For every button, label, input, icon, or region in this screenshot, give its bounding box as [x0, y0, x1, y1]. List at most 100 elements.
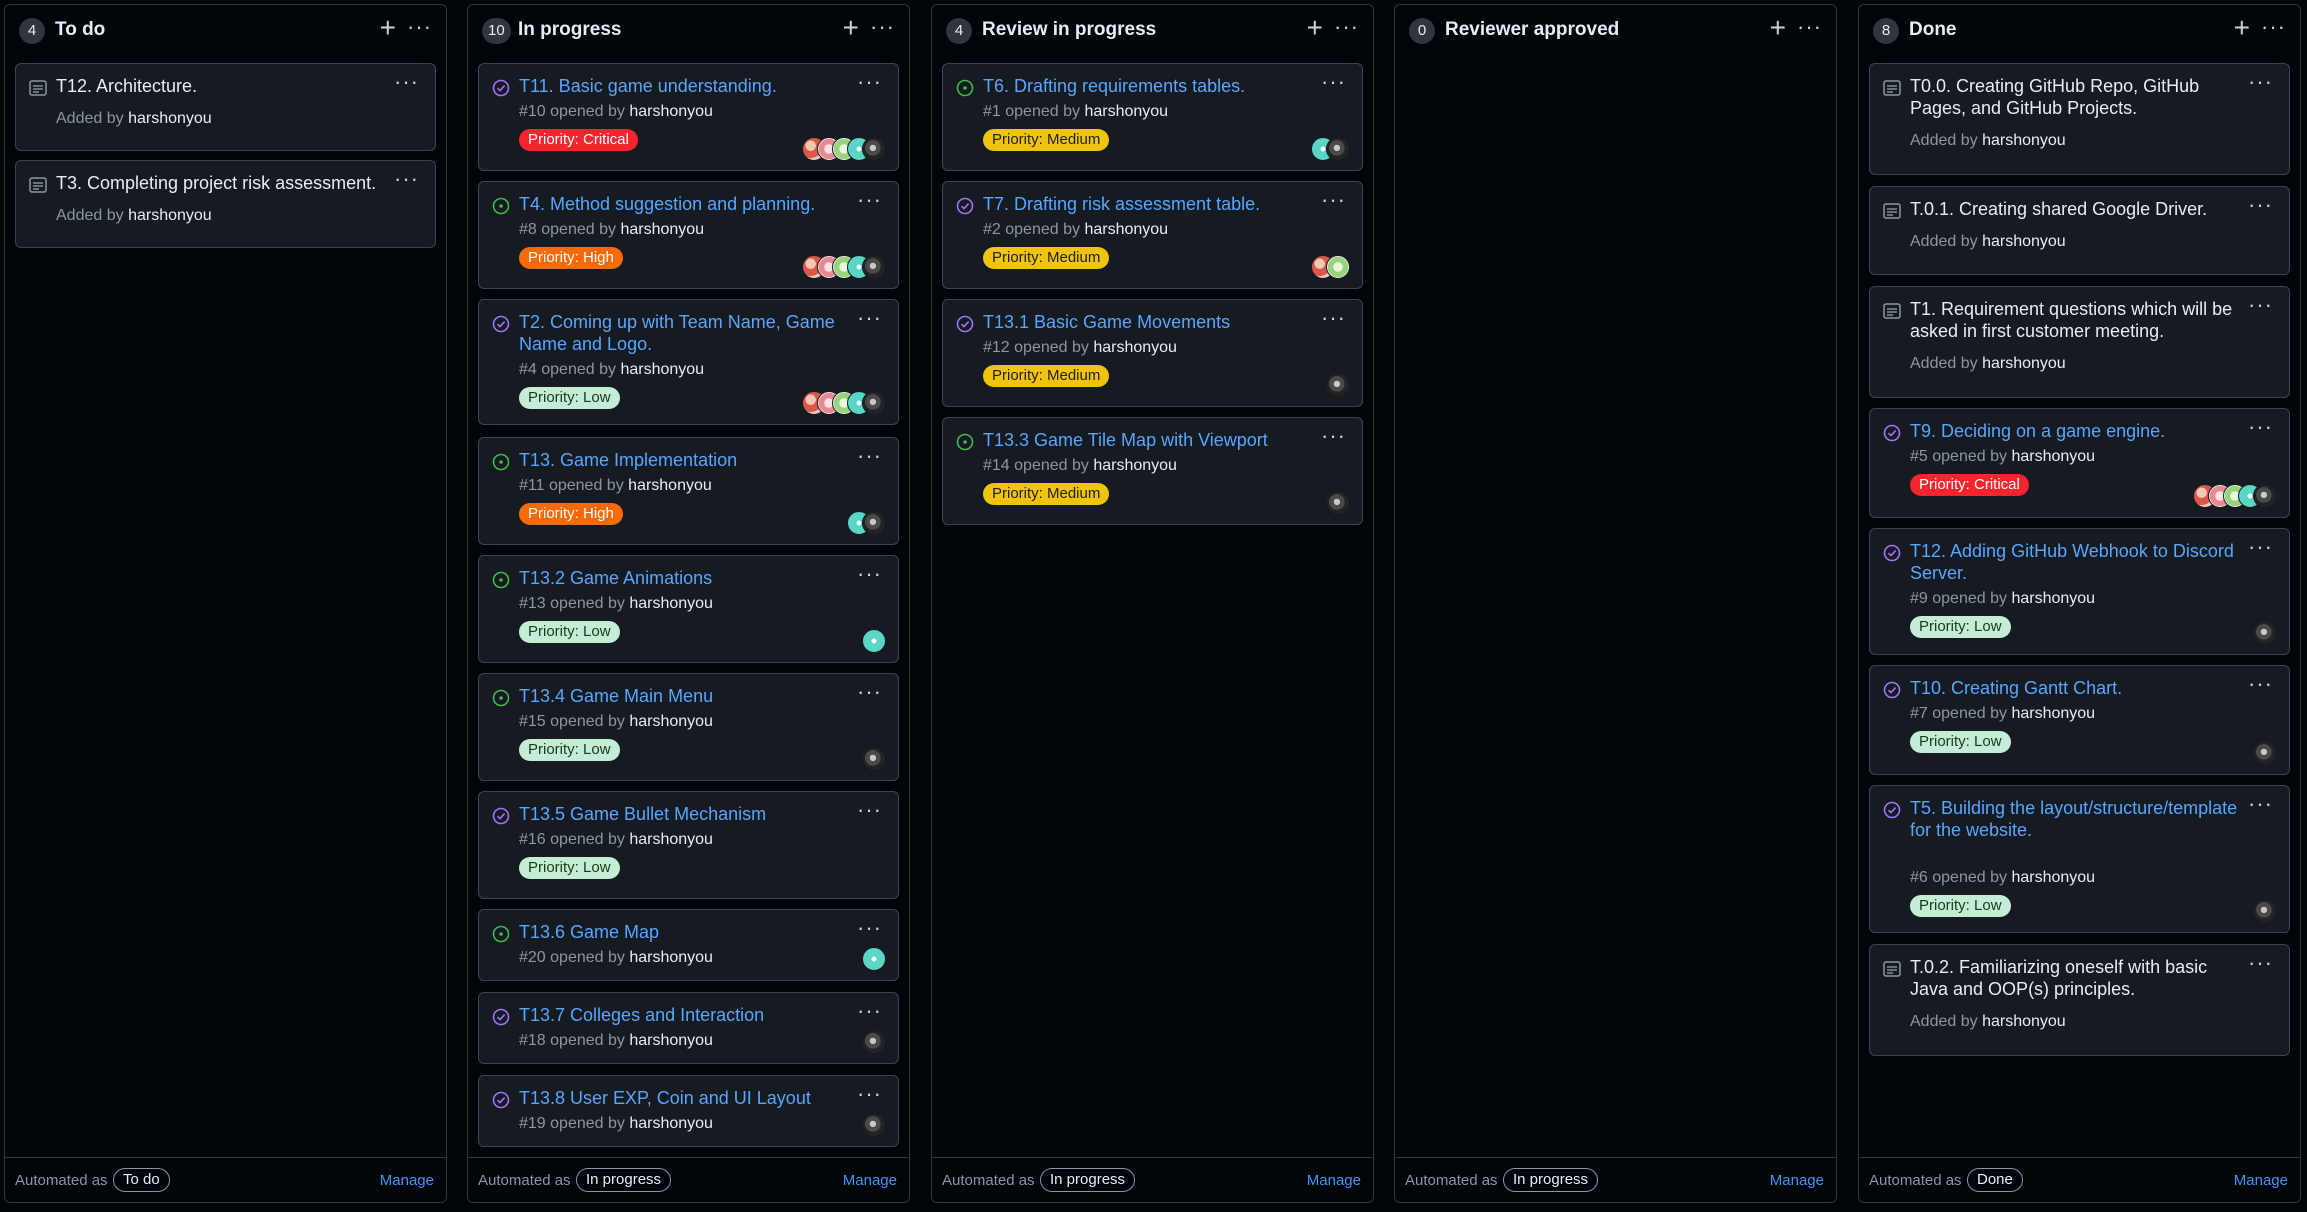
card-menu-kebab-icon[interactable]: ··· — [2248, 673, 2273, 695]
issue-card[interactable]: T4. Method suggestion and planning. #8 op… — [478, 181, 899, 289]
card-author[interactable]: harshonyou — [1982, 355, 2066, 372]
card-menu-kebab-icon[interactable]: ··· — [1321, 307, 1346, 329]
card-title[interactable]: T13.6 Game Map — [519, 921, 848, 943]
card-title[interactable]: T13.2 Game Animations — [519, 567, 848, 589]
card-author[interactable]: harshonyou — [629, 595, 713, 612]
issue-card[interactable]: T6. Drafting requirements tables. #1 open… — [942, 63, 1363, 171]
card-author[interactable]: harshonyou — [1093, 339, 1177, 356]
avatar[interactable] — [1326, 491, 1350, 515]
card-author[interactable]: harshonyou — [128, 207, 212, 224]
priority-label[interactable]: Priority: Low — [1910, 731, 2011, 753]
column-menu-kebab-icon[interactable]: ··· — [407, 16, 432, 38]
avatar[interactable] — [1326, 255, 1350, 279]
issue-card[interactable]: T13.8 User EXP, Coin and UI Layout #19 op… — [478, 1075, 899, 1147]
avatar[interactable] — [1326, 137, 1350, 161]
card-title[interactable]: T6. Drafting requirements tables. — [983, 75, 1312, 97]
add-card-plus-icon[interactable]: + — [1307, 13, 1323, 43]
priority-label[interactable]: Priority: Medium — [983, 247, 1110, 269]
issue-card[interactable]: T13.4 Game Main Menu #15 opened by harsho… — [478, 673, 899, 781]
priority-label[interactable]: Priority: Low — [519, 857, 620, 879]
card-author[interactable]: harshonyou — [2011, 869, 2095, 886]
manage-automation-link[interactable]: Manage — [1770, 1172, 1824, 1189]
issue-card[interactable]: T13.5 Game Bullet Mechanism #16 opened by… — [478, 791, 899, 899]
column-menu-kebab-icon[interactable]: ··· — [1797, 16, 1822, 38]
card-menu-kebab-icon[interactable]: ··· — [1321, 425, 1346, 447]
note-card[interactable]: T3. Completing project risk assessment. A… — [15, 160, 436, 248]
manage-automation-link[interactable]: Manage — [843, 1172, 897, 1189]
card-menu-kebab-icon[interactable]: ··· — [2248, 793, 2273, 815]
avatar[interactable] — [2253, 484, 2277, 508]
avatar[interactable] — [862, 1030, 886, 1054]
avatar[interactable] — [862, 629, 886, 653]
manage-automation-link[interactable]: Manage — [380, 1172, 434, 1189]
avatar[interactable] — [862, 511, 886, 535]
add-card-plus-icon[interactable]: + — [2234, 13, 2250, 43]
note-card[interactable]: T.0.1. Creating shared Google Driver. Add… — [1869, 186, 2290, 275]
card-menu-kebab-icon[interactable]: ··· — [857, 1083, 882, 1105]
card-title[interactable]: T13.4 Game Main Menu — [519, 685, 848, 707]
card-title[interactable]: T13.3 Game Tile Map with Viewport — [983, 429, 1312, 451]
card-title[interactable]: T2. Coming up with Team Name, Game Name … — [519, 311, 848, 355]
issue-card[interactable]: T13.7 Colleges and Interaction #18 opened… — [478, 992, 899, 1064]
card-title[interactable]: T7. Drafting risk assessment table. — [983, 193, 1312, 215]
card-author[interactable]: harshonyou — [1084, 103, 1168, 120]
card-title[interactable]: T13. Game Implementation — [519, 449, 848, 471]
card-menu-kebab-icon[interactable]: ··· — [2248, 416, 2273, 438]
avatar[interactable] — [2253, 621, 2277, 645]
card-menu-kebab-icon[interactable]: ··· — [857, 1000, 882, 1022]
column-menu-kebab-icon[interactable]: ··· — [2261, 16, 2286, 38]
note-card[interactable]: T1. Requirement questions which will be … — [1869, 286, 2290, 398]
issue-card[interactable]: T13. Game Implementation #11 opened by ha… — [478, 437, 899, 545]
issue-card[interactable]: T13.1 Basic Game Movements #12 opened by … — [942, 299, 1363, 407]
card-title[interactable]: T12. Adding GitHub Webhook to Discord Se… — [1910, 540, 2239, 584]
card-author[interactable]: harshonyou — [1093, 457, 1177, 474]
card-author[interactable]: harshonyou — [1982, 132, 2066, 149]
avatar[interactable] — [2253, 741, 2277, 765]
card-title[interactable]: T4. Method suggestion and planning. — [519, 193, 848, 215]
avatar[interactable] — [1326, 373, 1350, 397]
card-author[interactable]: harshonyou — [629, 713, 713, 730]
card-author[interactable]: harshonyou — [1982, 233, 2066, 250]
issue-card[interactable]: T13.3 Game Tile Map with Viewport #14 ope… — [942, 417, 1363, 525]
issue-card[interactable]: T10. Creating Gantt Chart. #7 opened by h… — [1869, 665, 2290, 775]
issue-card[interactable]: T12. Adding GitHub Webhook to Discord Se… — [1869, 528, 2290, 655]
card-title[interactable]: T13.7 Colleges and Interaction — [519, 1004, 848, 1026]
card-author[interactable]: harshonyou — [2011, 448, 2095, 465]
avatar[interactable] — [862, 137, 886, 161]
card-author[interactable]: harshonyou — [620, 221, 704, 238]
card-author[interactable]: harshonyou — [1084, 221, 1168, 238]
priority-label[interactable]: Priority: Medium — [983, 129, 1110, 151]
priority-label[interactable]: Priority: Medium — [983, 365, 1110, 387]
card-author[interactable]: harshonyou — [2011, 705, 2095, 722]
card-author[interactable]: harshonyou — [629, 103, 713, 120]
card-author[interactable]: harshonyou — [629, 1032, 713, 1049]
priority-label[interactable]: Priority: Medium — [983, 483, 1110, 505]
manage-automation-link[interactable]: Manage — [1307, 1172, 1361, 1189]
priority-label[interactable]: Priority: High — [519, 503, 623, 525]
card-menu-kebab-icon[interactable]: ··· — [2248, 294, 2273, 316]
card-author[interactable]: harshonyou — [629, 1115, 713, 1132]
issue-card[interactable]: T11. Basic game understanding. #10 opened… — [478, 63, 899, 171]
issue-card[interactable]: T13.2 Game Animations #13 opened by harsh… — [478, 555, 899, 663]
avatar[interactable] — [862, 391, 886, 415]
card-author[interactable]: harshonyou — [2011, 590, 2095, 607]
card-menu-kebab-icon[interactable]: ··· — [2248, 194, 2273, 216]
priority-label[interactable]: Priority: Low — [519, 739, 620, 761]
card-menu-kebab-icon[interactable]: ··· — [857, 71, 882, 93]
avatar[interactable] — [2253, 899, 2277, 923]
card-author[interactable]: harshonyou — [629, 831, 713, 848]
card-title[interactable]: T13.5 Game Bullet Mechanism — [519, 803, 848, 825]
column-menu-kebab-icon[interactable]: ··· — [1334, 16, 1359, 38]
card-menu-kebab-icon[interactable]: ··· — [857, 307, 882, 329]
priority-label[interactable]: Priority: Low — [519, 621, 620, 643]
column-menu-kebab-icon[interactable]: ··· — [870, 16, 895, 38]
card-menu-kebab-icon[interactable]: ··· — [394, 71, 419, 93]
add-card-plus-icon[interactable]: + — [843, 13, 859, 43]
card-menu-kebab-icon[interactable]: ··· — [2248, 71, 2273, 93]
card-menu-kebab-icon[interactable]: ··· — [394, 168, 419, 190]
card-menu-kebab-icon[interactable]: ··· — [857, 563, 882, 585]
card-title[interactable]: T10. Creating Gantt Chart. — [1910, 677, 2239, 699]
card-menu-kebab-icon[interactable]: ··· — [2248, 536, 2273, 558]
add-card-plus-icon[interactable]: + — [1770, 13, 1786, 43]
note-card[interactable]: T.0.2. Familiarizing oneself with basic … — [1869, 944, 2290, 1056]
